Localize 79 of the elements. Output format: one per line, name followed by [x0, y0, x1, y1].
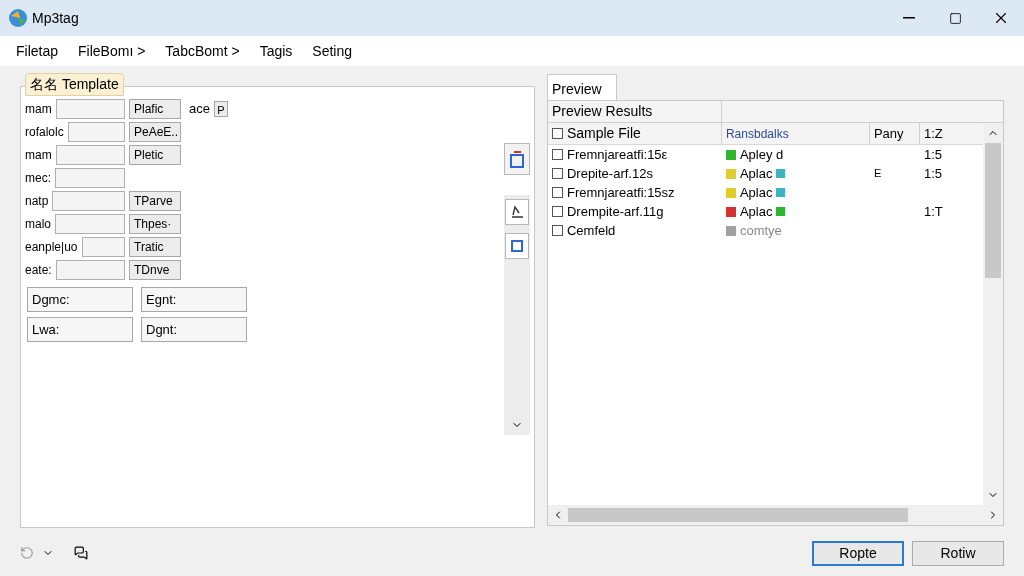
file-name: Drepite-arf.12s — [566, 164, 653, 183]
placeholder-button[interactable]: Thpes· — [129, 214, 181, 234]
placeholder-button[interactable]: Plafic — [129, 99, 181, 119]
row-label: malo — [25, 216, 51, 233]
input-field[interactable] — [67, 122, 125, 142]
menu-item[interactable]: Filetap — [16, 40, 59, 62]
row-label: eate: — [25, 262, 52, 279]
minimize-icon — [903, 17, 915, 19]
row-text: ace — [189, 100, 210, 119]
side-scrollbar[interactable] — [503, 195, 530, 435]
row-checkbox[interactable] — [551, 206, 563, 217]
input-field[interactable] — [55, 145, 125, 165]
column-header[interactable]: Pany — [869, 123, 920, 144]
header-checkbox[interactable] — [551, 128, 563, 139]
vertical-scrollbar[interactable] — [983, 123, 1003, 505]
column-header[interactable]: 1:Z — [919, 123, 983, 144]
menu-item[interactable]: Tagis — [259, 40, 293, 62]
panel-title: 名名 Template — [25, 73, 124, 96]
file-name: Drempite-arf.11g — [566, 202, 664, 221]
labeled-field[interactable]: Dgnt: — [141, 317, 247, 342]
table-cell-text: 1:5 — [922, 164, 943, 183]
dialog-button[interactable]: Rotiw — [912, 540, 1004, 566]
row-label: natp — [25, 193, 49, 210]
import-button[interactable] — [503, 143, 530, 175]
menu-item[interactable]: FileBomı > — [78, 40, 146, 62]
menu-item[interactable]: TabcBomt > — [165, 40, 240, 62]
row-checkbox[interactable] — [551, 225, 563, 236]
table-cell-text: 1:5 — [922, 145, 943, 164]
labeled-field[interactable]: Lwa: — [27, 317, 133, 342]
placeholder-button[interactable]: TParve — [129, 191, 181, 211]
file-name: Fremnjareatfi:15sz — [566, 183, 675, 202]
row-label: eanple|uo — [25, 239, 78, 256]
table-cell-text: 1:T — [922, 202, 944, 221]
labeled-field[interactable]: Dgmc: — [27, 287, 133, 312]
row-label: mec: — [25, 170, 51, 187]
input-field[interactable] — [55, 99, 125, 119]
status-text: Aplac — [739, 202, 773, 221]
input-field[interactable] — [81, 237, 125, 257]
placeholder-button[interactable]: TDnve — [129, 260, 181, 280]
row-checkbox[interactable] — [551, 149, 563, 160]
square-icon — [509, 239, 524, 253]
file-name: Cemfeld — [566, 221, 616, 240]
row-label: mam — [25, 101, 52, 118]
maximize-icon — [948, 11, 962, 25]
chat-icon[interactable] — [74, 546, 88, 560]
scroll-thumb[interactable] — [567, 508, 908, 522]
edit-icon — [509, 205, 524, 219]
table-cell-text: E — [872, 166, 883, 182]
row-checkbox[interactable] — [551, 187, 563, 198]
file-name: Fremnjareatfi:15ε — [566, 145, 668, 164]
placeholder-button[interactable]: Pletic — [129, 145, 181, 165]
edit-button[interactable] — [504, 199, 529, 225]
status-text: Aplac — [739, 164, 773, 183]
placeholder-button[interactable]: PeAeE.. — [129, 122, 181, 142]
input-field[interactable] — [55, 214, 125, 234]
column-header[interactable]: Ransbdalks — [721, 123, 870, 144]
input-field[interactable] — [52, 191, 125, 211]
input-field[interactable] — [55, 168, 125, 188]
row-label: mam — [25, 147, 52, 164]
column-header: Preview Results — [547, 101, 722, 122]
menu-item[interactable]: Seting — [312, 40, 353, 62]
scroll-thumb[interactable] — [985, 143, 1001, 278]
preview-tab[interactable]: Preview — [546, 74, 617, 100]
input-field[interactable] — [55, 260, 125, 280]
small-button[interactable]: P — [213, 101, 228, 117]
dialog-button[interactable]: Ropte — [812, 540, 904, 566]
status-text: comtye — [739, 221, 782, 240]
app-logo-icon — [8, 8, 28, 28]
labeled-field[interactable]: Egnt: — [141, 287, 247, 312]
horizontal-scrollbar[interactable] — [547, 505, 1003, 525]
window-title: Mp3tag — [32, 8, 79, 28]
refresh-icon[interactable] — [20, 546, 34, 560]
status-text: Aplac — [739, 183, 773, 202]
column-header[interactable]: Sample File — [566, 123, 641, 144]
frame-button[interactable] — [504, 233, 529, 259]
placeholder-button[interactable]: Tratic — [129, 237, 181, 257]
status-text: Apley d — [739, 145, 784, 164]
row-label: rofalolc — [25, 124, 64, 141]
row-checkbox[interactable] — [551, 168, 563, 179]
